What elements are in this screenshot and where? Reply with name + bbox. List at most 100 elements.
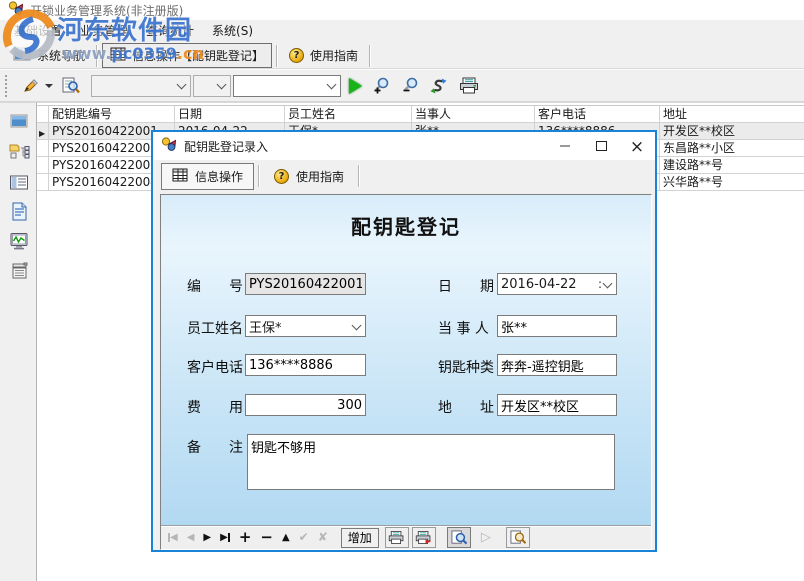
sql-route-button[interactable] (428, 74, 449, 98)
filter-combo-1[interactable] (91, 75, 191, 97)
zoom-in-button[interactable] (370, 74, 393, 98)
sidebar-item-monitor[interactable] (8, 231, 30, 251)
date-value: 2016-04-22 (501, 277, 577, 292)
maximize-button[interactable] (583, 132, 619, 160)
dialog-toolbar: 信息操作 使用指南 (153, 162, 655, 190)
user-guide-button[interactable]: 使用指南 (282, 44, 365, 67)
run-button[interactable] (349, 78, 362, 94)
minimize-button[interactable] (547, 132, 583, 160)
header-party[interactable]: 当事人 (412, 106, 535, 123)
date-picker[interactable]: 2016-04-22 : (497, 273, 617, 295)
zoom-in-icon (372, 77, 391, 94)
dialog-frame: 配钥匙登记 编 号 日 期 2016-04-22 : 员工姓名 王保* 当 事 … (160, 194, 652, 550)
party-field[interactable] (497, 315, 617, 337)
cell-address[interactable]: 东昌路**小区 (660, 140, 804, 157)
nav-edit-button[interactable] (282, 533, 290, 543)
cell-address[interactable]: 开发区**校区 (660, 123, 804, 140)
zoom-out-button[interactable] (399, 74, 422, 98)
row-indicator (37, 174, 49, 191)
close-icon (630, 137, 644, 156)
preview-toggle-button[interactable] (447, 527, 471, 548)
fee-field[interactable] (245, 394, 366, 416)
sidebar-item-navigation[interactable] (8, 111, 30, 131)
menu-item-basic-settings[interactable]: 基础设置 (8, 20, 68, 42)
left-sidebar (0, 102, 37, 581)
print-record-button[interactable] (385, 527, 409, 548)
customer-phone-field[interactable] (245, 354, 366, 376)
search-preview-icon (450, 530, 468, 546)
cell-address[interactable]: 建设路**号 (660, 157, 804, 174)
app-keys-icon (8, 0, 24, 20)
key-number-label: 编 号 (187, 276, 243, 296)
menu-item-business[interactable]: 业务管理 (74, 20, 134, 42)
system-navigation-button[interactable]: 系统导航 (6, 44, 92, 68)
close-button[interactable] (619, 132, 655, 160)
system-navigation-label: 系统导航 (37, 47, 85, 64)
nav-last-button[interactable] (220, 533, 230, 543)
staff-name-select[interactable]: 王保* (245, 315, 366, 337)
header-staff-name[interactable]: 员工姓名 (285, 106, 412, 123)
document-icon (11, 202, 28, 221)
print-icon (459, 77, 480, 94)
nav-delete-button[interactable] (260, 530, 273, 545)
menu-item-query-stats[interactable]: 查询统计 (140, 20, 200, 42)
header-customer-phone[interactable]: 客户电话 (535, 106, 660, 123)
add-record-button[interactable]: 增加 (341, 528, 379, 548)
info-operation-button[interactable]: 信息操作【配钥匙登记】 (102, 43, 272, 68)
preview-run-button[interactable] (474, 527, 498, 548)
grid-icon (110, 47, 126, 64)
key-type-field[interactable] (497, 354, 617, 376)
sql-route-icon (430, 78, 447, 94)
address-label: 地 址 (438, 397, 494, 417)
dialog-titlebar[interactable]: 配钥匙登记录入 (153, 132, 655, 160)
toolbar-grip[interactable] (5, 75, 10, 97)
info-grid-icon (9, 174, 29, 191)
nav-first-button[interactable] (168, 533, 178, 543)
pencil-dropdown-arrow[interactable] (45, 84, 53, 88)
key-type-label: 钥匙种类 (438, 357, 494, 377)
print-export-button[interactable] (412, 527, 436, 548)
toolbar-separator (369, 45, 371, 67)
nav-prior-button[interactable] (187, 533, 195, 543)
toolbar-separator (358, 165, 360, 187)
edit-pencil-button[interactable] (20, 74, 42, 98)
chevron-down-icon[interactable] (603, 278, 613, 288)
tab-user-guide[interactable]: 使用指南 (264, 164, 354, 189)
nav-post-button[interactable] (299, 531, 309, 544)
sidebar-item-tree[interactable] (8, 141, 30, 161)
question-icon (289, 48, 304, 63)
nav-next-button[interactable] (203, 533, 211, 543)
filter-combo-2[interactable] (193, 75, 231, 97)
search-record-button[interactable] (506, 527, 530, 548)
search-combo[interactable] (233, 75, 341, 97)
form-title: 配钥匙登记 (161, 211, 651, 240)
nav-insert-button[interactable] (239, 530, 252, 545)
note-label: 备 注 (187, 437, 243, 457)
info-operation-label: 信息操作【配钥匙登记】 (132, 47, 264, 64)
note-textarea[interactable]: 钥匙不够用 (247, 434, 615, 490)
row-indicator (37, 157, 49, 174)
header-address[interactable]: 地址 (660, 106, 804, 123)
sidebar-item-document[interactable] (8, 201, 30, 221)
chevron-down-icon[interactable] (352, 320, 362, 330)
tab-info-operation[interactable]: 信息操作 (161, 163, 254, 190)
menu-item-system[interactable]: 系统(S) (206, 20, 259, 42)
address-field[interactable] (497, 394, 617, 416)
header-key-number[interactable]: 配钥匙编号 (49, 106, 175, 123)
sidebar-item-info-grid[interactable] (8, 172, 30, 192)
cell-address[interactable]: 兴华路**号 (660, 174, 804, 191)
customer-phone-label: 客户电话 (187, 357, 243, 377)
chevron-down-icon (217, 80, 227, 90)
print-export-icon (415, 530, 432, 545)
minimize-icon (560, 145, 570, 147)
staff-name-value: 王保* (249, 317, 282, 336)
sidebar-item-report[interactable] (8, 261, 30, 281)
preview-search-button[interactable] (59, 74, 82, 98)
window-titlebar: 开锁业务管理系统(非注册版) (0, 0, 804, 20)
print-button[interactable] (457, 74, 482, 98)
dialog-title: 配钥匙登记录入 (184, 138, 268, 155)
nav-cancel-button[interactable] (318, 531, 328, 544)
key-number-field[interactable] (245, 273, 366, 295)
monitor-icon (9, 232, 29, 250)
header-date[interactable]: 日期 (175, 106, 285, 123)
